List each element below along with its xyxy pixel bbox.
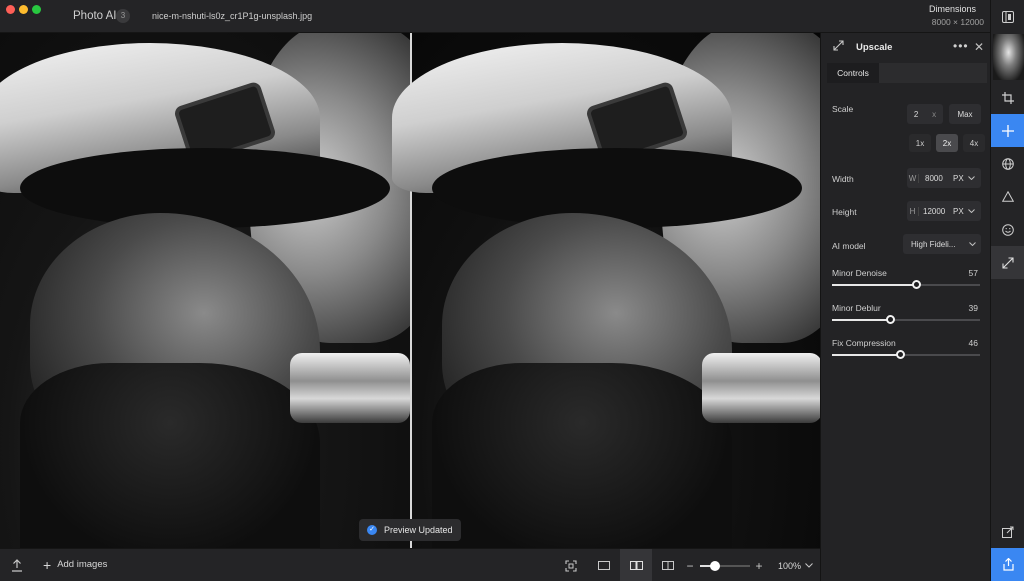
minor-denoise-slider[interactable] [832,280,980,289]
height-value: 12000 [923,206,946,216]
add-images-label: Add images [57,559,108,570]
check-icon: ✓ [367,525,377,535]
scale-input[interactable]: 2 x [907,104,943,124]
height-unit-chevron-icon[interactable] [967,209,975,213]
share-export-icon[interactable] [991,548,1024,581]
enhanced-preview[interactable] [392,33,820,548]
enhance-add-icon[interactable] [991,114,1024,147]
add-images-button[interactable]: + Add images [43,556,108,573]
width-unit: PX [953,173,964,183]
globe-icon[interactable] [991,147,1024,180]
file-name: nice-m-nshuti-ls0z_cr1P1g-unsplash.jpg [152,11,313,21]
fix-compression-slider-knob[interactable] [896,350,905,359]
title-bar: Photo AI 3 nice-m-nshuti-ls0z_cr1P1g-uns… [0,0,1024,33]
app-title: Photo AI [73,10,117,22]
fix-compression-value: 46 [968,338,978,348]
scale-label: Scale [832,104,854,114]
triangle-icon[interactable] [991,180,1024,213]
ai-model-value: High Fideli... [911,239,956,249]
height-label: Height [832,207,857,217]
scale-4x-button[interactable]: 4x [963,134,985,152]
panel-title: Upscale [856,42,893,53]
height-unit: PX [953,206,964,216]
toast-text: Preview Updated [384,525,453,535]
minor-denoise-slider-knob[interactable] [912,280,921,289]
image-canvas[interactable] [0,33,820,548]
upscale-panel: Upscale ••• ✕ Controls Scale 2 x Max 1x … [820,33,990,581]
upscale-arrows-icon[interactable] [991,246,1024,279]
tool-rail [990,0,1024,581]
image-count-badge[interactable]: 3 [116,9,130,23]
scale-1x-button[interactable]: 1x [909,134,931,152]
zoom-window-button[interactable] [32,5,41,14]
ai-model-label: AI model [832,241,866,251]
preview-updated-toast: ✓ Preview Updated [359,519,461,541]
single-view-button[interactable] [588,549,620,581]
zoom-in-icon[interactable]: + [753,556,765,575]
minor-deblur-slider-knob[interactable] [886,315,895,324]
expand-arrows-icon[interactable] [833,40,844,54]
zoom-slider-knob[interactable] [710,561,720,571]
scale-2x-button[interactable]: 2x [936,134,958,152]
scale-unit: x [932,109,937,119]
zoom-out-icon[interactable]: − [684,556,696,575]
minor-deblur-value: 39 [968,303,978,313]
panel-tabs: Controls [827,63,987,83]
split-view-button[interactable] [652,549,684,581]
width-field[interactable]: W 8000 PX [907,168,981,188]
upload-icon[interactable] [8,556,26,575]
tab-controls[interactable]: Controls [827,63,879,83]
minor-denoise-label: Minor Denoise [832,268,887,278]
width-label: Width [832,174,854,184]
zoom-value[interactable]: 100% [778,561,801,571]
minor-denoise-slider-fill [832,284,916,286]
max-scale-button[interactable]: Max [949,104,981,124]
dimensions-label: Dimensions [928,4,976,14]
fix-compression-slider[interactable] [832,350,980,359]
dimensions-value: 8000 × 12000 [931,17,984,27]
ai-model-select[interactable]: High Fideli... [903,234,981,254]
width-value: 8000 [925,173,943,183]
toggle-panel-icon[interactable] [991,0,1024,33]
zoom-dropdown-chevron-icon[interactable] [803,556,815,575]
fit-screen-icon[interactable] [563,556,579,575]
more-options-icon[interactable]: ••• [953,39,969,53]
fix-compression-label: Fix Compression [832,338,896,348]
height-prefix: H [907,206,919,216]
minor-deblur-slider-fill [832,319,890,321]
crop-icon[interactable] [991,81,1024,114]
side-by-side-view-button[interactable] [620,549,652,581]
plus-icon: + [43,556,52,573]
width-prefix: W [907,173,919,183]
scale-value: 2 [913,109,919,119]
zoom-slider[interactable] [700,561,750,571]
image-thumbnail[interactable] [993,34,1024,80]
ai-model-chevron-icon [969,242,976,246]
close-panel-icon[interactable]: ✕ [974,40,984,54]
original-preview[interactable] [0,33,450,548]
fix-compression-slider-fill [832,354,900,356]
minor-denoise-value: 57 [968,268,978,278]
minor-deblur-label: Minor Deblur [832,303,881,313]
face-smile-icon[interactable] [991,213,1024,246]
minimize-window-button[interactable] [19,5,28,14]
minor-deblur-slider[interactable] [832,315,980,324]
image-export-icon[interactable] [991,515,1024,548]
width-unit-chevron-icon[interactable] [967,176,975,180]
close-window-button[interactable] [6,5,15,14]
height-field[interactable]: H 12000 PX [907,201,981,221]
